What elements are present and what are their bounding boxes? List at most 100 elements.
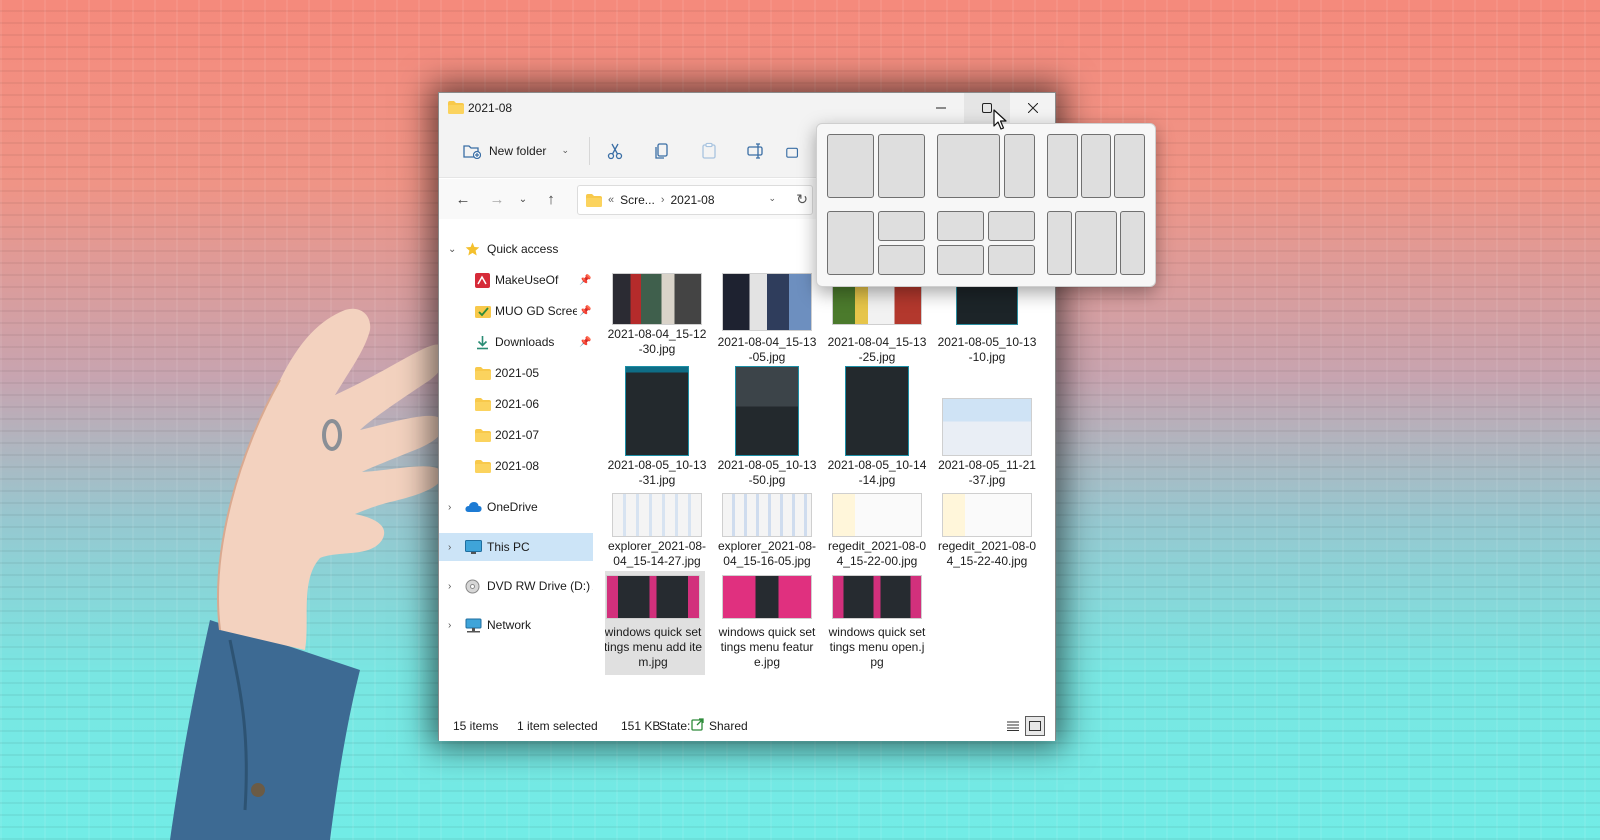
snap-zone[interactable] — [1047, 134, 1078, 198]
file-item[interactable]: 2021-08-04_15-12-30.jpg — [605, 273, 709, 373]
selection-size: 151 KB — [621, 719, 661, 733]
share-button[interactable] — [785, 136, 801, 166]
cut-button[interactable] — [599, 136, 631, 166]
snap-zone[interactable] — [878, 134, 925, 198]
image-thumbnail — [942, 398, 1032, 456]
file-name: explorer_2021-08-04_15-14-27.jpg — [607, 539, 707, 568]
copy-button[interactable] — [646, 136, 678, 166]
chevron-down-icon[interactable]: ⌄ — [768, 193, 776, 204]
file-item[interactable]: 2021-08-04_15-13-25.jpg — [825, 273, 929, 373]
snap-layout-two-equal[interactable] — [827, 134, 925, 198]
sidebar-item-makeuseof[interactable]: MakeUseOf 📌 — [439, 266, 593, 294]
sidebar-item-onedrive[interactable]: › OneDrive — [439, 493, 593, 521]
snap-zone[interactable] — [988, 245, 1035, 275]
recent-locations-button[interactable]: ⌄ — [511, 187, 535, 211]
snap-zone[interactable] — [827, 134, 874, 198]
forward-button[interactable]: → — [485, 187, 509, 211]
breadcrumb-item[interactable]: 2021-08 — [670, 193, 714, 207]
sidebar-item-this-pc[interactable]: › This PC — [439, 533, 593, 561]
snap-layout-four-grid[interactable] — [937, 211, 1035, 275]
address-bar[interactable]: « Scre... › 2021-08 ⌄ ↻ — [577, 185, 813, 215]
file-item[interactable]: regedit_2021-08-04_15-22-00.jpg — [825, 485, 929, 585]
snap-zone[interactable] — [1004, 134, 1035, 198]
rename-button[interactable] — [740, 136, 772, 166]
sidebar-item-label: This PC — [487, 540, 530, 554]
image-thumbnail — [832, 493, 922, 537]
file-item[interactable]: windows quick settings menu feature.jpg — [715, 571, 819, 671]
snap-zone[interactable] — [878, 245, 925, 275]
snap-zone[interactable] — [1081, 134, 1111, 198]
snap-zone[interactable] — [1120, 211, 1145, 275]
chevron-right-icon[interactable]: › — [448, 581, 451, 592]
paste-button[interactable] — [693, 136, 725, 166]
breadcrumb-overflow[interactable]: « — [608, 194, 614, 206]
new-folder-button[interactable]: New folder ⌄ — [453, 135, 577, 167]
file-item[interactable]: explorer_2021-08-04_15-16-05.jpg — [715, 485, 819, 585]
snap-layout-three-columns[interactable] — [1047, 134, 1145, 198]
arrow-left-icon: ← — [455, 190, 471, 208]
snap-zone[interactable] — [937, 211, 984, 241]
new-folder-label: New folder — [489, 144, 547, 158]
file-item[interactable]: regedit_2021-08-04_15-22-40.jpg — [935, 485, 1039, 585]
item-count: 15 items — [453, 719, 499, 733]
refresh-icon[interactable]: ↻ — [796, 191, 808, 208]
thumbnails-view-button[interactable] — [1025, 716, 1045, 736]
sidebar-item-2021-05[interactable]: 2021-05 — [439, 359, 593, 387]
snap-zone[interactable] — [1047, 211, 1072, 275]
chevron-right-icon[interactable]: › — [448, 620, 451, 631]
hand-illustration — [170, 308, 447, 840]
file-name: windows quick settings menu open.jpg — [828, 625, 926, 669]
file-name: 2021-08-05_10-13-10.jpg — [937, 335, 1037, 364]
folder-icon — [475, 459, 491, 473]
image-thumbnail — [606, 575, 700, 619]
file-item[interactable]: windows quick settings menu open.jpg — [825, 571, 929, 671]
file-item[interactable]: 2021-08-05_11-21-37.jpg — [935, 366, 1039, 487]
sidebar-item-2021-06[interactable]: 2021-06 — [439, 390, 593, 418]
snap-layout-main-plus-two[interactable] — [827, 211, 925, 275]
sidebar-item-2021-07[interactable]: 2021-07 — [439, 421, 593, 449]
sidebar-item-quick-access[interactable]: ⌄ Quick access — [439, 235, 593, 263]
chevron-down-icon[interactable]: ⌄ — [561, 145, 569, 156]
status-bar: 15 items 1 item selected 151 KB State: S… — [439, 709, 1055, 741]
minimize-button[interactable] — [918, 93, 964, 123]
file-item[interactable]: explorer_2021-08-04_15-14-27.jpg — [605, 485, 709, 585]
snap-zone[interactable] — [1075, 211, 1117, 275]
folder-icon — [475, 397, 491, 411]
file-item[interactable]: windows quick settings menu add item.jpg — [605, 571, 705, 675]
sidebar-item-muo-gd-screen[interactable]: MUO GD Screen 📌 — [439, 297, 593, 325]
details-view-button[interactable] — [1003, 716, 1023, 736]
sidebar-item-dvd-drive[interactable]: › DVD RW Drive (D:) A — [439, 572, 593, 600]
sidebar-item-label: MakeUseOf — [495, 273, 559, 287]
snap-zone[interactable] — [827, 211, 874, 275]
chevron-right-icon[interactable]: › — [448, 542, 451, 553]
snap-zone[interactable] — [937, 245, 984, 275]
breadcrumb-item[interactable]: Scre... — [620, 193, 655, 207]
file-name: windows quick settings menu feature.jpg — [718, 625, 816, 669]
file-item[interactable]: 2021-08-05_10-13-10.jpg — [935, 273, 1039, 373]
arrow-up-icon: ↑ — [547, 190, 555, 208]
snap-zone[interactable] — [988, 211, 1035, 241]
chevron-right-icon[interactable]: › — [448, 502, 451, 513]
snap-layout-two-wide-left[interactable] — [937, 134, 1035, 198]
up-button[interactable]: ↑ — [539, 187, 563, 211]
snap-zone[interactable] — [937, 134, 1000, 198]
sidebar-item-label: MUO GD Screen — [495, 304, 577, 318]
sidebar-item-downloads[interactable]: Downloads 📌 — [439, 328, 593, 356]
file-item[interactable]: 2021-08-05_10-14-14.jpg — [825, 366, 929, 487]
file-item[interactable]: 2021-08-05_10-13-50.jpg — [715, 366, 819, 487]
snap-layouts-flyout — [816, 123, 1156, 287]
chevron-down-icon[interactable]: ⌄ — [448, 244, 456, 255]
sidebar-item-2021-08[interactable]: 2021-08 — [439, 452, 593, 480]
close-icon — [1028, 103, 1038, 113]
snap-zone[interactable] — [1114, 134, 1145, 198]
file-item[interactable]: 2021-08-05_10-13-31.jpg — [605, 366, 709, 487]
image-thumbnail — [832, 575, 922, 619]
close-button[interactable] — [1010, 93, 1056, 123]
file-item[interactable]: 2021-08-04_15-13-05.jpg — [715, 273, 819, 373]
snap-zone[interactable] — [878, 211, 925, 241]
breadcrumb-separator: › — [660, 194, 665, 206]
back-button[interactable]: ← — [451, 187, 475, 211]
sidebar-item-network[interactable]: › Network — [439, 611, 593, 639]
snap-layout-three-wide-center[interactable] — [1047, 211, 1145, 275]
title-bar[interactable]: 2021-08 — [439, 93, 1055, 123]
